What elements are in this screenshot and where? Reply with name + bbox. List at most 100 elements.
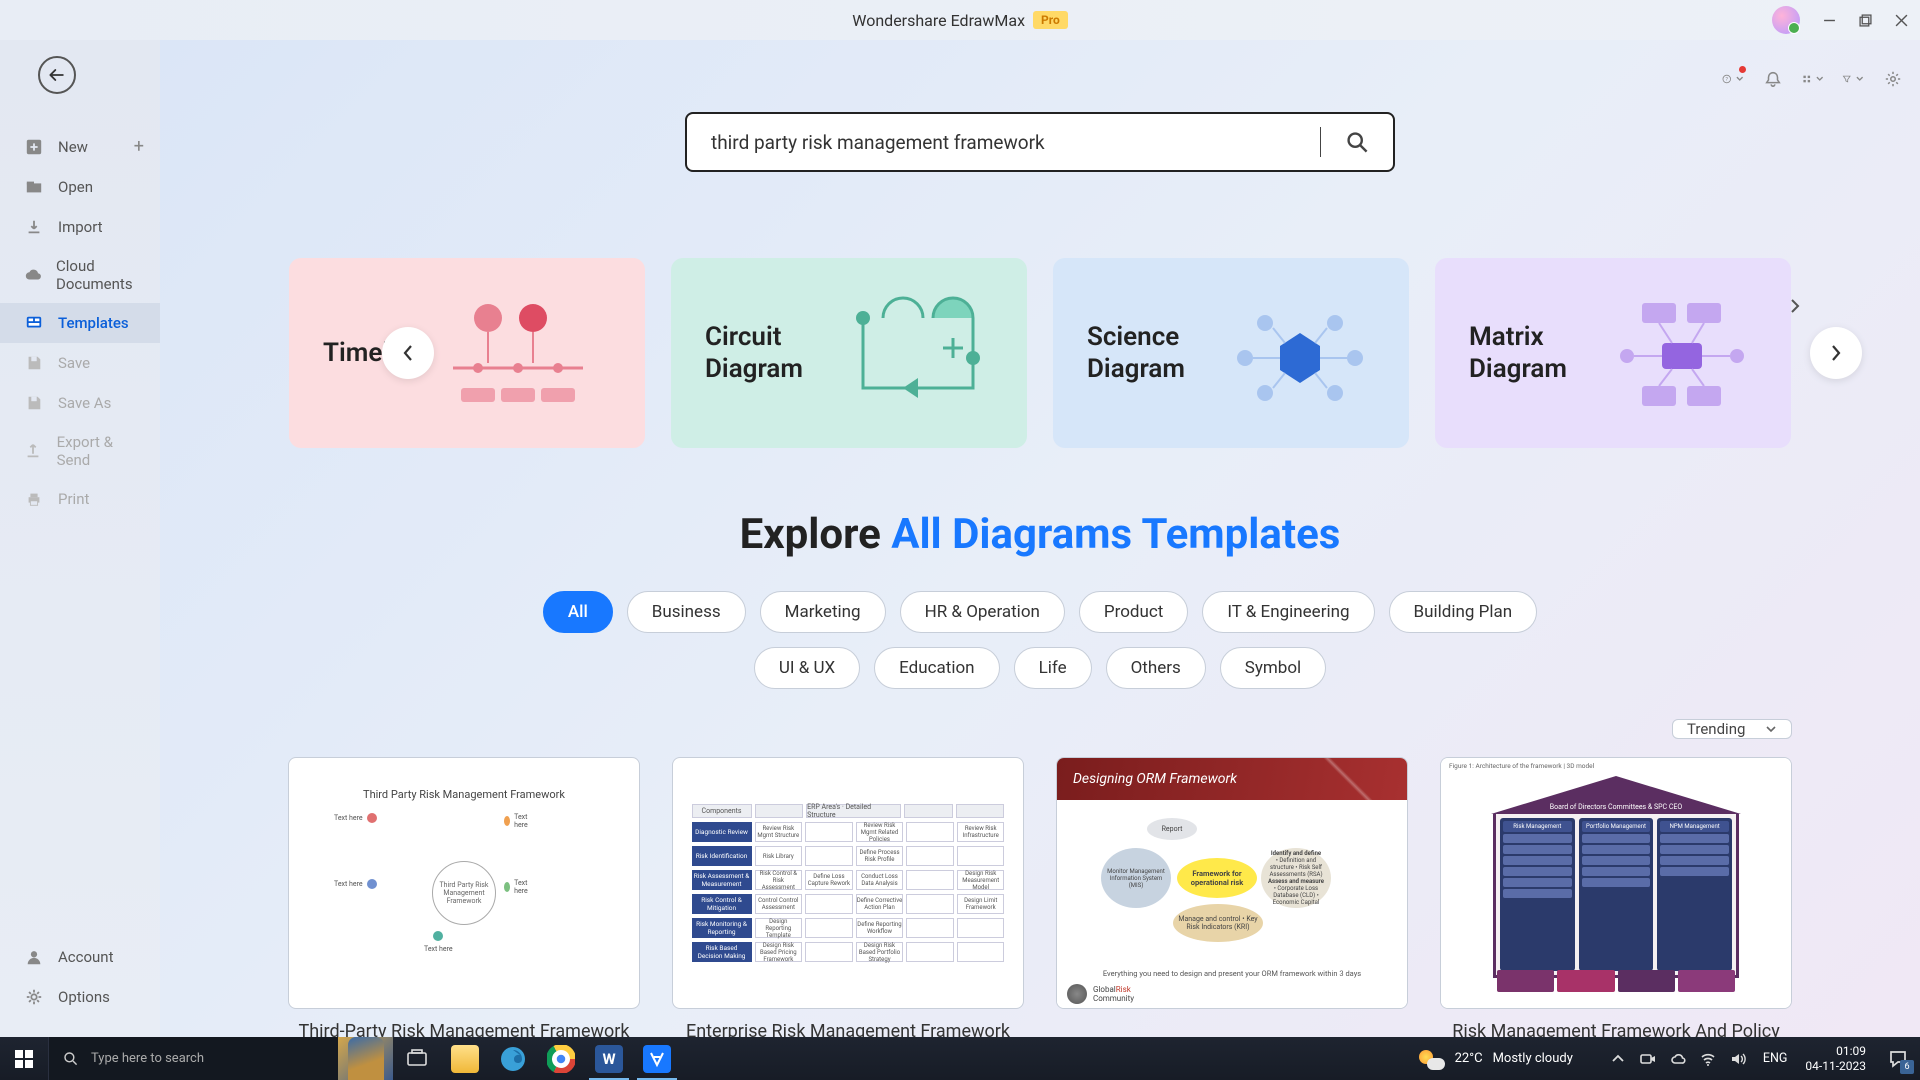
search-icon[interactable] bbox=[1345, 130, 1369, 154]
science-icon bbox=[1225, 288, 1375, 418]
template-thumbnail: Components ERP Area's · Detailed Structu… bbox=[672, 757, 1024, 1009]
template-title: Enterprise Risk Management Framework bbox=[672, 1021, 1024, 1037]
system-clock[interactable]: 01:09 04-11-2023 bbox=[1795, 1044, 1876, 1074]
template-card-third-party-risk[interactable]: Third Party Risk Management Framework Th… bbox=[288, 757, 640, 1037]
taskbar-search[interactable]: Type here to search bbox=[48, 1037, 338, 1080]
text-cursor bbox=[1320, 127, 1321, 157]
sort-dropdown[interactable]: Trending bbox=[1672, 719, 1792, 739]
category-carousel: Timeline Circuit Diagram Science Diagram bbox=[160, 258, 1920, 448]
template-grid: Third Party Risk Management Framework Th… bbox=[160, 739, 1920, 1037]
svg-text:?: ? bbox=[1726, 77, 1729, 83]
taskbar-edge[interactable] bbox=[489, 1037, 537, 1080]
category-label: Circuit Diagram bbox=[705, 321, 843, 386]
tray-meet-now[interactable] bbox=[1639, 1050, 1657, 1068]
filter-ui-ux[interactable]: UI & UX bbox=[754, 647, 860, 689]
filter-business[interactable]: Business bbox=[627, 591, 746, 633]
search-box[interactable] bbox=[685, 112, 1395, 172]
circuit-icon bbox=[843, 288, 993, 418]
grid-apps-button[interactable] bbox=[1802, 68, 1824, 90]
sidebar-item-export-send[interactable]: Export & Send bbox=[0, 423, 160, 479]
filter-product[interactable]: Product bbox=[1079, 591, 1188, 633]
template-thumbnail: Designing ORM Framework Report Framework… bbox=[1056, 757, 1408, 1009]
sidebar-item-save[interactable]: Save bbox=[0, 343, 160, 383]
filter-button[interactable] bbox=[1842, 68, 1864, 90]
tray-onedrive[interactable] bbox=[1669, 1050, 1687, 1068]
sidebar-item-label: Print bbox=[58, 490, 89, 508]
sidebar-item-options[interactable]: Options bbox=[0, 977, 160, 1017]
sidebar: New + Open Import Cloud Documents Templa… bbox=[0, 40, 160, 1037]
export-icon bbox=[24, 441, 43, 461]
sidebar-item-save-as[interactable]: Save As bbox=[0, 383, 160, 423]
template-card-enterprise-risk[interactable]: Components ERP Area's · Detailed Structu… bbox=[672, 757, 1024, 1037]
maximize-button[interactable] bbox=[1856, 11, 1874, 29]
sidebar-item-label: Save As bbox=[58, 394, 111, 412]
timeline-icon bbox=[424, 288, 611, 418]
filter-symbol[interactable]: Symbol bbox=[1220, 647, 1326, 689]
sidebar-item-print[interactable]: Print bbox=[0, 479, 160, 519]
filter-marketing[interactable]: Marketing bbox=[760, 591, 886, 633]
filter-life[interactable]: Life bbox=[1014, 647, 1092, 689]
filter-hr-operation[interactable]: HR & Operation bbox=[900, 591, 1065, 633]
template-thumbnail: Figure 1: Architecture of the framework … bbox=[1440, 757, 1792, 1009]
bell-button[interactable] bbox=[1762, 68, 1784, 90]
taskbar-chrome[interactable] bbox=[537, 1037, 585, 1080]
carousel-prev-button[interactable] bbox=[382, 327, 434, 379]
filter-building-plan[interactable]: Building Plan bbox=[1389, 591, 1538, 633]
cloud-icon bbox=[24, 265, 42, 285]
filter-all[interactable]: All bbox=[543, 591, 613, 633]
template-title: Risk Management Framework And Policy bbox=[1440, 1021, 1792, 1037]
category-card-science[interactable]: Science Diagram bbox=[1053, 258, 1409, 448]
settings-button[interactable] bbox=[1882, 68, 1904, 90]
sidebar-item-import[interactable]: Import bbox=[0, 207, 160, 247]
sidebar-item-label: Options bbox=[58, 988, 110, 1006]
template-card-risk-policy[interactable]: Figure 1: Architecture of the framework … bbox=[1440, 757, 1792, 1037]
content-area: ? bbox=[160, 40, 1920, 1037]
sidebar-item-account[interactable]: Account bbox=[0, 937, 160, 977]
back-button[interactable] bbox=[38, 56, 76, 94]
tray-wifi[interactable] bbox=[1699, 1050, 1717, 1068]
language-indicator[interactable]: ENG bbox=[1755, 1051, 1796, 1066]
taskbar-edrawmax[interactable] bbox=[633, 1037, 681, 1080]
filter-others[interactable]: Others bbox=[1106, 647, 1206, 689]
category-card-matrix[interactable]: Matrix Diagram bbox=[1435, 258, 1791, 448]
carousel-next-button[interactable] bbox=[1810, 327, 1862, 379]
tray-volume[interactable] bbox=[1729, 1050, 1747, 1068]
weather-widget[interactable]: 22°C Mostly cloudy bbox=[1405, 1048, 1587, 1070]
clock-date: 04-11-2023 bbox=[1805, 1059, 1866, 1074]
template-card-orm-framework[interactable]: Designing ORM Framework Report Framework… bbox=[1056, 757, 1408, 1037]
filter-education[interactable]: Education bbox=[874, 647, 999, 689]
windows-taskbar: Type here to search W 22°C Mostly cloudy… bbox=[0, 1037, 1920, 1080]
category-card-timeline[interactable]: Timeline bbox=[289, 258, 645, 448]
tray-chevron-up[interactable] bbox=[1609, 1050, 1627, 1068]
notification-count: 6 bbox=[1900, 1060, 1914, 1074]
sidebar-item-label: Import bbox=[58, 218, 103, 236]
folder-icon bbox=[24, 177, 44, 197]
sidebar-item-new[interactable]: New + bbox=[0, 126, 160, 167]
task-view-button[interactable] bbox=[393, 1037, 441, 1080]
close-button[interactable] bbox=[1892, 11, 1910, 29]
sidebar-item-cloud-documents[interactable]: Cloud Documents bbox=[0, 247, 160, 303]
filter-it-engineering[interactable]: IT & Engineering bbox=[1202, 591, 1374, 633]
explore-heading: Explore All Diagrams Templates bbox=[160, 510, 1920, 559]
sidebar-item-open[interactable]: Open bbox=[0, 167, 160, 207]
taskbar-file-explorer[interactable] bbox=[441, 1037, 489, 1080]
clock-time: 01:09 bbox=[1836, 1044, 1866, 1059]
start-button[interactable] bbox=[0, 1037, 48, 1080]
sidebar-item-label: Cloud Documents bbox=[56, 257, 144, 293]
search-icon bbox=[63, 1051, 79, 1067]
taskbar-word[interactable]: W bbox=[585, 1037, 633, 1080]
search-input[interactable] bbox=[711, 131, 1320, 154]
avatar[interactable] bbox=[1772, 6, 1800, 34]
sidebar-item-label: Templates bbox=[58, 314, 129, 332]
chevron-down-icon bbox=[1765, 723, 1777, 735]
help-button[interactable]: ? bbox=[1722, 68, 1744, 90]
minimize-button[interactable] bbox=[1820, 11, 1838, 29]
filter-row: All Business Marketing HR & Operation Pr… bbox=[540, 591, 1540, 689]
sidebar-item-templates[interactable]: Templates bbox=[0, 303, 160, 343]
weather-desc: Mostly cloudy bbox=[1493, 1051, 1573, 1066]
category-card-circuit[interactable]: Circuit Diagram bbox=[671, 258, 1027, 448]
template-title: Third-Party Risk Management Framework bbox=[288, 1021, 640, 1037]
action-center-button[interactable]: 6 bbox=[1876, 1037, 1920, 1080]
notification-dot bbox=[1739, 66, 1746, 73]
taskbar-highlight[interactable] bbox=[338, 1037, 393, 1080]
